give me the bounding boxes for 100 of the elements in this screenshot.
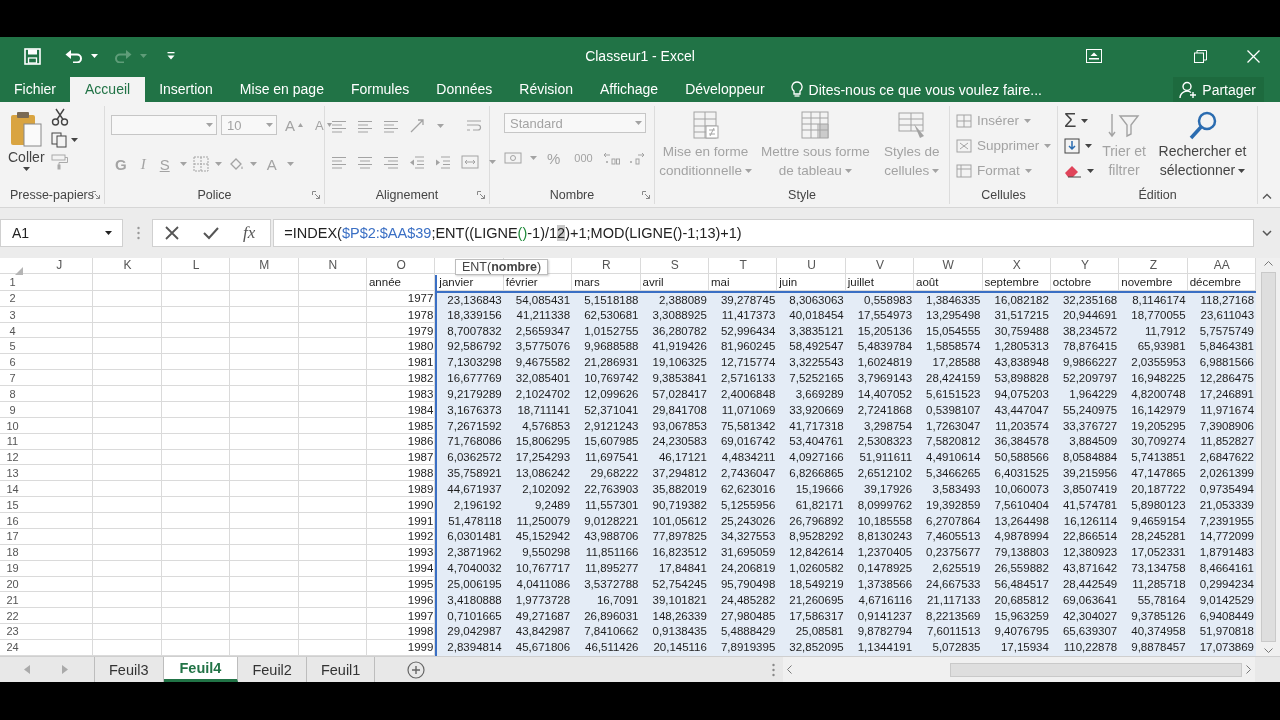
scroll-left-icon[interactable] <box>787 665 792 674</box>
row-header[interactable]: 5 <box>0 339 25 356</box>
row-header[interactable]: 6 <box>0 355 25 372</box>
enter-icon[interactable] <box>203 226 219 240</box>
row-header[interactable]: 1 <box>0 275 25 291</box>
dialog-launcher-icon[interactable] <box>92 191 100 199</box>
eraser-icon[interactable] <box>1064 163 1082 178</box>
caret-icon[interactable] <box>1238 169 1246 174</box>
ribbon-tab[interactable]: Données <box>423 77 506 102</box>
ribbon-tab[interactable]: Mise en page <box>226 77 337 102</box>
table-cell: 28,245281 <box>1119 529 1188 546</box>
paste-button[interactable]: Coller <box>6 106 47 171</box>
undo-icon[interactable] <box>65 49 83 63</box>
table-cell: 53,404761 <box>777 434 846 451</box>
format-painter-icon[interactable] <box>50 154 69 170</box>
row-header[interactable]: 20 <box>0 576 25 593</box>
scroll-right-icon[interactable] <box>62 665 68 674</box>
save-icon[interactable] <box>24 47 41 65</box>
row-header[interactable]: 23 <box>0 624 25 641</box>
share-button[interactable]: Partager <box>1173 77 1264 102</box>
sheet-tab[interactable]: Feuil2 <box>238 657 307 682</box>
row-header[interactable]: 24 <box>0 640 25 656</box>
sheet-tab[interactable]: Feuil4 <box>163 657 239 682</box>
formula-field[interactable]: =INDEX($P$2:$AA$39;ENT((LIGNE()-1)/12)+1;MOD(LIGNE()-1;13)+1) <box>273 219 1254 247</box>
column-header[interactable]: AA <box>1187 258 1257 275</box>
column-header[interactable]: R <box>572 258 641 275</box>
row-header[interactable]: 11 <box>0 434 25 451</box>
scroll-right-icon[interactable] <box>1246 665 1251 674</box>
redo-icon[interactable] <box>114 49 132 63</box>
split-handle-icon[interactable] <box>772 662 775 677</box>
caret-icon[interactable] <box>1081 118 1089 123</box>
column-header[interactable]: T <box>708 258 778 275</box>
column-header[interactable]: V <box>845 258 915 275</box>
customize-toolbar-icon[interactable] <box>167 52 175 60</box>
add-sheet-icon[interactable] <box>407 660 426 679</box>
expand-formula-icon[interactable] <box>1262 230 1272 236</box>
column-header[interactable]: U <box>777 258 846 275</box>
column-header[interactable]: S <box>640 258 709 275</box>
scroll-down-icon[interactable] <box>1263 648 1273 653</box>
row-header[interactable]: 16 <box>0 513 25 530</box>
table-cell: 32,852095 <box>777 640 846 656</box>
autosum-button[interactable]: Σ <box>1064 109 1077 132</box>
select-all-icon[interactable] <box>15 267 23 275</box>
column-header[interactable]: M <box>230 258 299 275</box>
ribbon-tab[interactable]: Développeur <box>672 77 778 102</box>
column-header[interactable]: K <box>93 258 162 275</box>
find-select-button[interactable]: Rechercher et sélectionner <box>1154 106 1251 180</box>
restore-icon[interactable] <box>1194 49 1207 63</box>
row-header[interactable]: 3 <box>0 307 25 324</box>
row-header[interactable]: 19 <box>0 561 25 577</box>
column-header[interactable]: X <box>982 258 1051 275</box>
column-header[interactable]: N <box>298 258 367 275</box>
column-header[interactable]: J <box>25 258 94 275</box>
ribbon-tab[interactable]: Formules <box>337 77 423 102</box>
row-header[interactable]: 17 <box>0 529 25 546</box>
row-header[interactable]: 21 <box>0 592 25 609</box>
ribbon-tab[interactable]: Accueil <box>70 77 146 102</box>
row-header[interactable]: 2 <box>0 290 25 308</box>
ribbon-tab[interactable]: Révision <box>506 77 587 102</box>
ribbon-display-icon[interactable] <box>1086 49 1102 63</box>
row-header[interactable]: 10 <box>0 418 25 435</box>
caret-icon[interactable] <box>105 231 112 235</box>
name-box[interactable]: A1 <box>0 219 123 247</box>
cancel-icon[interactable] <box>165 226 179 240</box>
scrollbar-thumb[interactable] <box>950 662 1242 677</box>
scroll-up-icon[interactable] <box>1263 261 1273 266</box>
column-header[interactable]: O <box>366 258 436 275</box>
collapse-ribbon-icon[interactable] <box>1262 193 1272 199</box>
scissors-icon[interactable] <box>50 108 69 126</box>
scrollbar-thumb[interactable] <box>1260 272 1276 642</box>
ribbon-tab[interactable]: Fichier <box>1 77 69 102</box>
column-header[interactable]: Z <box>1119 258 1188 275</box>
copy-icon[interactable] <box>50 132 67 148</box>
row-header[interactable]: 8 <box>0 386 25 403</box>
row-header[interactable]: 7 <box>0 371 25 387</box>
drag-handle-icon[interactable] <box>137 226 140 240</box>
caret-icon[interactable] <box>22 167 30 171</box>
ribbon-tab[interactable]: Affichage <box>587 77 672 102</box>
column-header[interactable]: W <box>914 258 983 275</box>
sheet-tab[interactable]: Feuil1 <box>306 657 376 682</box>
fill-down-icon[interactable] <box>1064 137 1080 154</box>
row-header[interactable]: 9 <box>0 402 25 419</box>
row-header[interactable]: 13 <box>0 466 25 482</box>
tell-me-field[interactable]: Dites-nous ce que vous voulez faire... <box>808 81 1042 98</box>
close-icon[interactable] <box>1247 49 1260 63</box>
sheet-tab[interactable]: Feuil3 <box>95 657 164 682</box>
row-header[interactable]: 4 <box>0 323 25 340</box>
row-header[interactable]: 14 <box>0 481 25 498</box>
ribbon-tab[interactable]: Insertion <box>146 77 226 102</box>
scroll-left-icon[interactable] <box>24 665 30 674</box>
caret-icon[interactable] <box>1085 143 1092 148</box>
row-header[interactable]: 15 <box>0 497 25 514</box>
row-header[interactable]: 12 <box>0 450 25 467</box>
row-header[interactable]: 18 <box>0 545 25 562</box>
caret-icon[interactable] <box>1087 168 1094 173</box>
column-header[interactable]: L <box>161 258 231 275</box>
caret-icon[interactable] <box>70 138 78 142</box>
insert-function-button[interactable]: fx <box>243 223 256 243</box>
row-header[interactable]: 22 <box>0 608 25 625</box>
column-header[interactable]: Y <box>1050 258 1120 275</box>
